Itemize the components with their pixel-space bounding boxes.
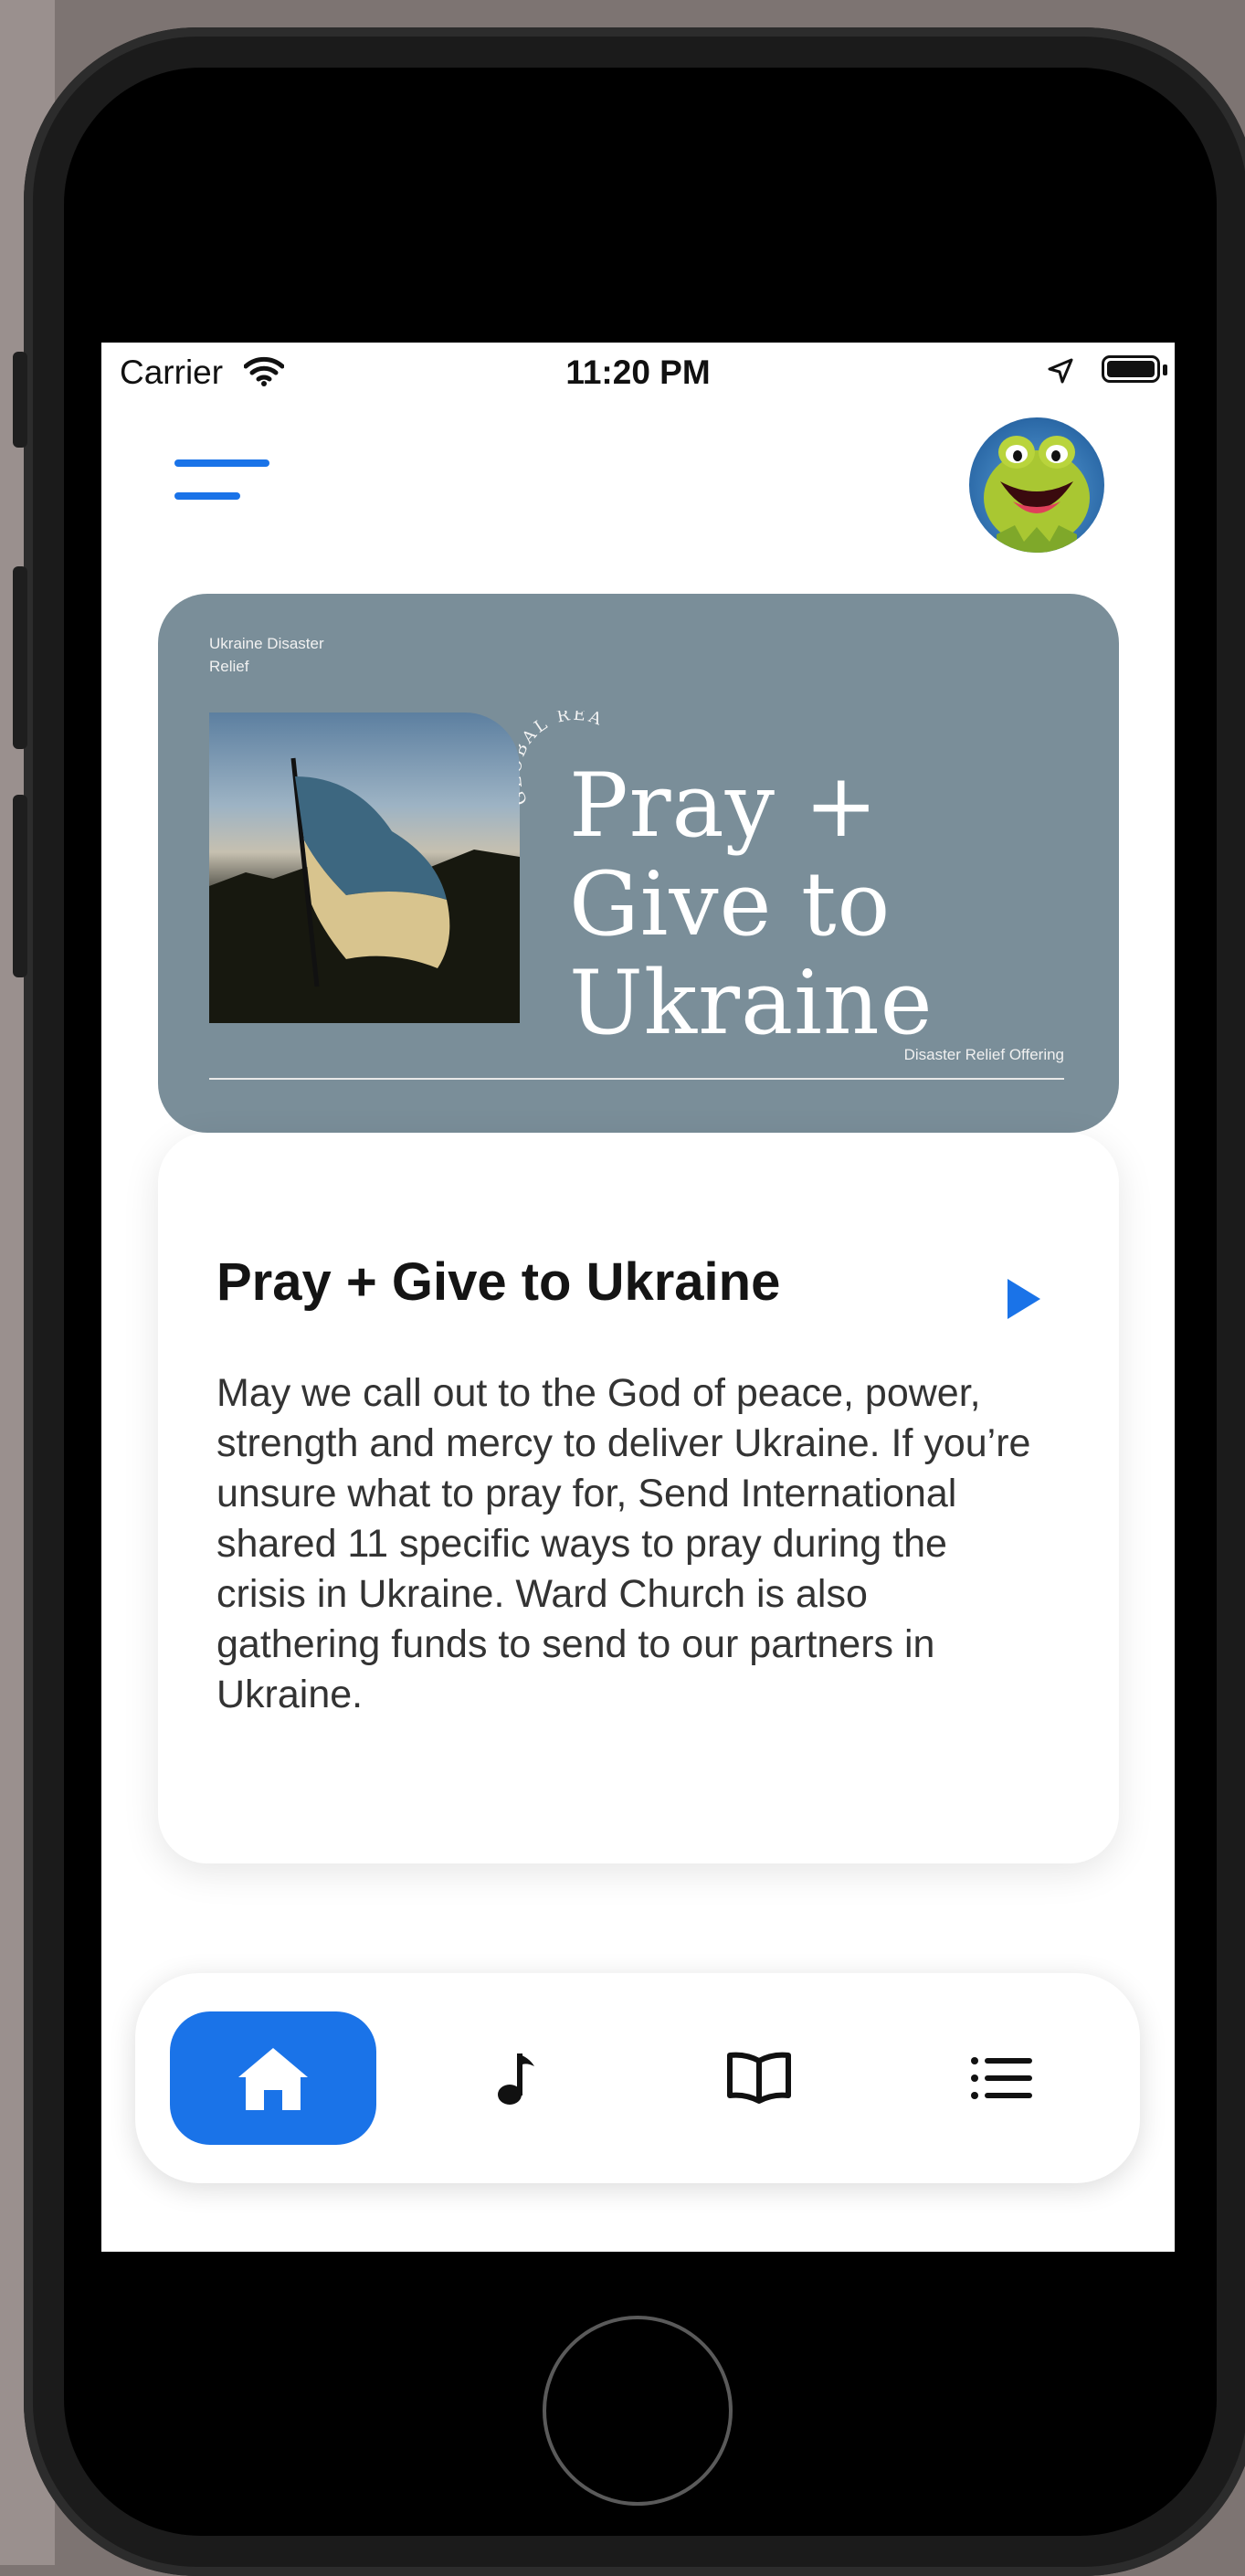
frog-avatar-image xyxy=(984,436,1090,553)
battery-icon xyxy=(1102,355,1160,383)
bottom-nav xyxy=(135,1973,1140,2183)
status-time: 11:20 PM xyxy=(565,354,711,391)
nav-bible[interactable] xyxy=(656,2011,862,2145)
avatar[interactable] xyxy=(969,417,1104,553)
menu-button[interactable] xyxy=(174,459,275,514)
volume-up-button xyxy=(13,566,27,749)
card-body: May we call out to the God of peace, pow… xyxy=(216,1371,1031,1716)
status-bar: Carrier 11:20 PM xyxy=(101,343,1175,399)
list-icon xyxy=(971,2057,1032,2099)
volume-down-button xyxy=(13,795,27,977)
hero-banner[interactable]: Ukraine Disaster Relief GLOBAL REACH Pra… xyxy=(158,594,1119,1133)
device-home-button[interactable] xyxy=(543,2316,733,2506)
app-screen: Carrier 11:20 PM Ukraine Disaster Relief… xyxy=(101,343,1175,2252)
card-title: Pray + Give to Ukraine xyxy=(216,1252,781,1312)
book-icon xyxy=(727,2052,791,2104)
menu-icon-line xyxy=(174,459,269,467)
content-card: Pray + Give to Ukraine May we call out t… xyxy=(158,1133,1119,1863)
home-icon xyxy=(238,2048,308,2110)
location-arrow-icon xyxy=(1048,358,1073,384)
battery-tip xyxy=(1163,364,1167,375)
nav-list[interactable] xyxy=(899,2011,1105,2145)
banner-divider xyxy=(209,1078,1064,1080)
banner-tag: Ukraine Disaster Relief xyxy=(209,635,324,675)
play-icon[interactable] xyxy=(1008,1279,1040,1319)
ukraine-flag-photo xyxy=(209,713,520,1023)
banner-title: Pray + Give to Ukraine xyxy=(569,755,934,1054)
nav-home[interactable] xyxy=(170,2011,376,2145)
mute-switch xyxy=(13,352,27,448)
menu-icon-line xyxy=(174,492,240,500)
music-note-icon xyxy=(498,2053,534,2105)
banner-footer: Disaster Relief Offering xyxy=(903,1046,1064,1063)
nav-music[interactable] xyxy=(413,2011,619,2145)
